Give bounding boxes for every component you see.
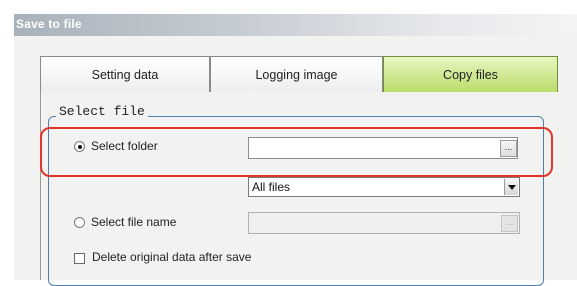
browse-file-button[interactable]: ... [501, 215, 518, 232]
select-folder-label: Select folder [91, 139, 158, 153]
tab-copy-files[interactable]: Copy files [383, 56, 558, 92]
window-title: Save to file [16, 17, 82, 31]
delete-original-label: Delete original data after save [92, 250, 252, 264]
folder-path-input[interactable] [248, 137, 518, 159]
file-type-select[interactable]: All files [248, 177, 520, 197]
select-file-name-label: Select file name [91, 215, 177, 229]
tab-logging-image[interactable]: Logging image [210, 56, 383, 92]
title-bar[interactable]: Save to file [14, 14, 577, 36]
file-type-select-value: All files [252, 180, 291, 194]
tab-setting-data[interactable]: Setting data [40, 56, 210, 92]
delete-original-checkbox[interactable] [74, 253, 85, 264]
browse-folder-button[interactable]: ... [500, 140, 517, 157]
select-folder-radio[interactable] [74, 141, 85, 152]
file-name-input[interactable] [248, 212, 520, 234]
chevron-down-icon[interactable] [504, 179, 518, 195]
select-file-name-radio[interactable] [74, 217, 85, 228]
group-legend: Select file [56, 104, 148, 119]
